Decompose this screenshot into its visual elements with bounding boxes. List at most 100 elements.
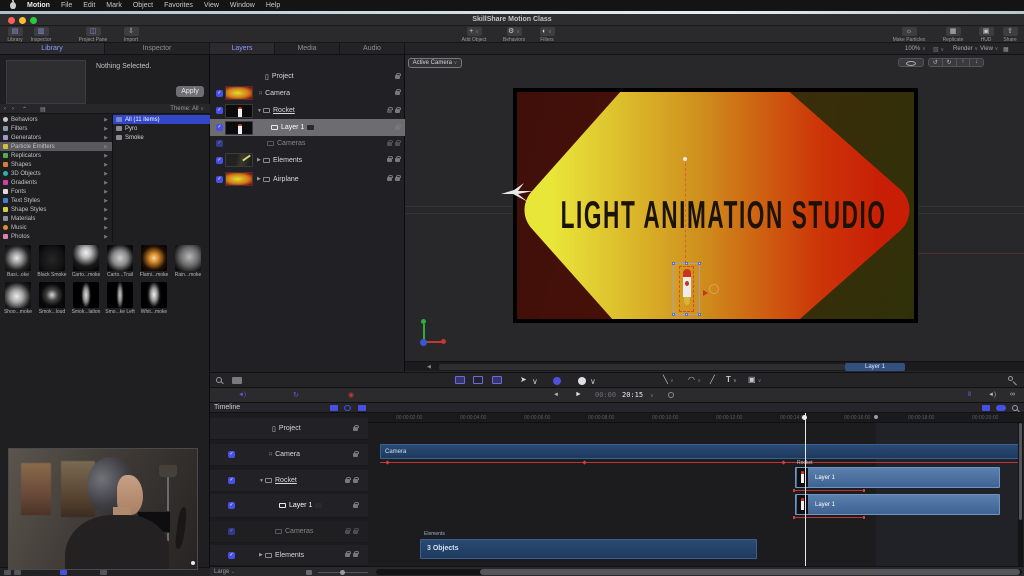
add-object-button[interactable]: + ∨ Add Object	[455, 27, 493, 43]
menu-view[interactable]: View	[204, 2, 219, 9]
project-pane-button[interactable]: ◫ Project Pane	[72, 27, 114, 43]
keyframe-icon[interactable]	[1008, 376, 1013, 381]
zoom-fit-icon[interactable]	[306, 570, 312, 575]
preset-thumbnail[interactable]: Smo...ke Left	[104, 282, 136, 315]
preset-thumbnail[interactable]: Basi...oke	[2, 245, 34, 278]
show-keyframes-icon[interactable]	[344, 405, 351, 411]
timeline-vscroll-thumb[interactable]	[1019, 423, 1022, 520]
play-button[interactable]: ►	[575, 391, 582, 398]
preset-thumbnail[interactable]: Carto...moke	[70, 245, 102, 278]
mini-timing-bar[interactable]: Layer 1	[845, 363, 905, 371]
tab-layers[interactable]: Layers	[210, 43, 275, 54]
category-3d-objects[interactable]: 3D Objects▶	[0, 169, 112, 178]
search-icon[interactable]	[216, 377, 222, 383]
layer-row-rocket[interactable]: ✓ ▼ Rocket	[210, 103, 405, 118]
category-shape-styles[interactable]: Shape Styles▶	[0, 205, 112, 214]
layer-row-elements[interactable]: ✓ ▶ Elements	[210, 151, 405, 169]
preset-thumbnail[interactable]: Smok...lation	[70, 282, 102, 315]
category-behaviors[interactable]: Behaviors▶	[0, 115, 112, 124]
selection-handle[interactable]	[685, 313, 688, 316]
menu-window[interactable]: Window	[230, 2, 255, 9]
menu-mark[interactable]: Mark	[106, 2, 122, 9]
timeline-vscroll-track[interactable]	[1018, 423, 1023, 566]
zoom-slider-knob[interactable]	[340, 570, 345, 575]
lock-icon[interactable]	[353, 530, 358, 534]
selection-handle[interactable]	[672, 262, 675, 265]
filters-button[interactable]: ◐ ∨ Filters	[532, 27, 562, 43]
activation-checkbox[interactable]: ✓	[228, 528, 235, 535]
selection-handle[interactable]	[685, 262, 688, 265]
folder-smoke[interactable]: Smoke	[113, 133, 210, 142]
track-row-camera[interactable]: ✓ ⌑ Camera	[210, 444, 368, 466]
track-size-dropdown[interactable]: Large ⌄	[214, 569, 235, 575]
tab-inspector[interactable]: Inspector	[105, 43, 210, 54]
menu-edit[interactable]: Edit	[83, 2, 95, 9]
category-materials[interactable]: Materials▶	[0, 214, 112, 223]
timeline-hscroll-track[interactable]	[376, 569, 1022, 575]
lock-icon[interactable]	[395, 126, 400, 130]
preset-thumbnail[interactable]: Flami...moke	[138, 245, 170, 278]
tab-library[interactable]: Library	[0, 43, 105, 54]
anchor-point-handle[interactable]	[683, 157, 687, 161]
grid-icon[interactable]: ▦	[1003, 46, 1009, 53]
transform-3d-tool[interactable]	[553, 377, 561, 385]
camera-track-bar[interactable]: Camera	[380, 444, 1023, 459]
layer-row-airplane[interactable]: ✓ ▶ Airplane	[210, 170, 405, 188]
keyframe-marker[interactable]	[582, 460, 586, 464]
category-fonts[interactable]: Fonts▶	[0, 187, 112, 196]
x-axis-handle[interactable]	[703, 290, 708, 296]
playhead[interactable]	[805, 413, 806, 566]
selection-handle[interactable]	[672, 313, 675, 316]
keyframe-marker[interactable]	[385, 460, 389, 464]
preset-thumbnail[interactable]: Rain...moke	[172, 245, 204, 278]
airplane-object[interactable]	[500, 181, 534, 205]
behaviors-button[interactable]: ⚙ ∨ Behaviors	[496, 27, 532, 43]
zoom-view-button[interactable]: ↓	[970, 59, 983, 66]
track-row-elements[interactable]: ✓ ▶ Elements	[210, 545, 368, 566]
lock-icon[interactable]	[395, 109, 400, 113]
tab-media[interactable]: Media	[275, 43, 340, 54]
menu-favorites[interactable]: Favorites	[164, 2, 193, 9]
category-filters[interactable]: Filters▶	[0, 124, 112, 133]
timecode-current[interactable]: 20:15	[622, 391, 643, 399]
lock-icon[interactable]	[353, 553, 358, 557]
menu-object[interactable]: Object	[133, 2, 153, 9]
layer-row-project[interactable]: ▯ Project	[210, 70, 405, 83]
select-tool-dropdown[interactable]: ∨	[532, 377, 538, 386]
menu-help[interactable]: Help	[266, 2, 280, 9]
selection-handle[interactable]	[698, 262, 701, 265]
layout-left-icon[interactable]	[455, 376, 465, 384]
activation-checkbox[interactable]: ✓	[216, 140, 223, 147]
nav-up-icon[interactable]: ⌃	[22, 106, 27, 113]
playhead-marker[interactable]	[802, 415, 807, 420]
footer-icon[interactable]	[100, 570, 107, 575]
category-photos[interactable]: Photos▶	[0, 232, 112, 241]
category-shapes[interactable]: Shapes▶	[0, 160, 112, 169]
layout-right-icon[interactable]	[492, 376, 502, 384]
preset-thumbnail[interactable]: Carto...Trail	[104, 245, 136, 278]
track-row-rocket[interactable]: ✓ ▼ Rocket	[210, 470, 368, 492]
link-icon[interactable]: ∞	[1010, 391, 1015, 398]
sphere-tool-dropdown[interactable]: ∨	[590, 377, 596, 386]
footer-icon[interactable]	[4, 570, 11, 575]
render-menu[interactable]: Render ∨	[953, 46, 978, 52]
lock-icon[interactable]	[353, 453, 358, 457]
activation-checkbox[interactable]: ✓	[228, 552, 235, 559]
scroll-left-arrow[interactable]: ◀	[427, 364, 431, 370]
show-audio-icon[interactable]	[358, 405, 366, 411]
track-row-layer1-selected[interactable]: ✓ Layer 1	[210, 494, 368, 518]
lock-icon[interactable]	[353, 479, 358, 483]
layout-center-icon[interactable]	[473, 376, 483, 384]
preset-thumbnail[interactable]: Whit...moke	[138, 282, 170, 315]
apple-menu-icon[interactable]	[10, 2, 16, 9]
nav-list-icon[interactable]: ▤	[40, 106, 46, 113]
track-row-cameras[interactable]: ✓ Cameras	[210, 521, 368, 543]
record-icon[interactable]: ◉	[348, 391, 354, 399]
sphere-tool[interactable]	[578, 377, 586, 385]
timecode-dropdown[interactable]: ∨	[650, 393, 654, 399]
tab-audio[interactable]: Audio	[340, 43, 405, 54]
filmstrip-icon[interactable]	[232, 377, 242, 384]
preset-thumbnail[interactable]: Shoo...moke	[2, 282, 34, 315]
pause-range-icon[interactable]: ‖	[968, 392, 971, 398]
footer-icon[interactable]	[60, 570, 67, 575]
